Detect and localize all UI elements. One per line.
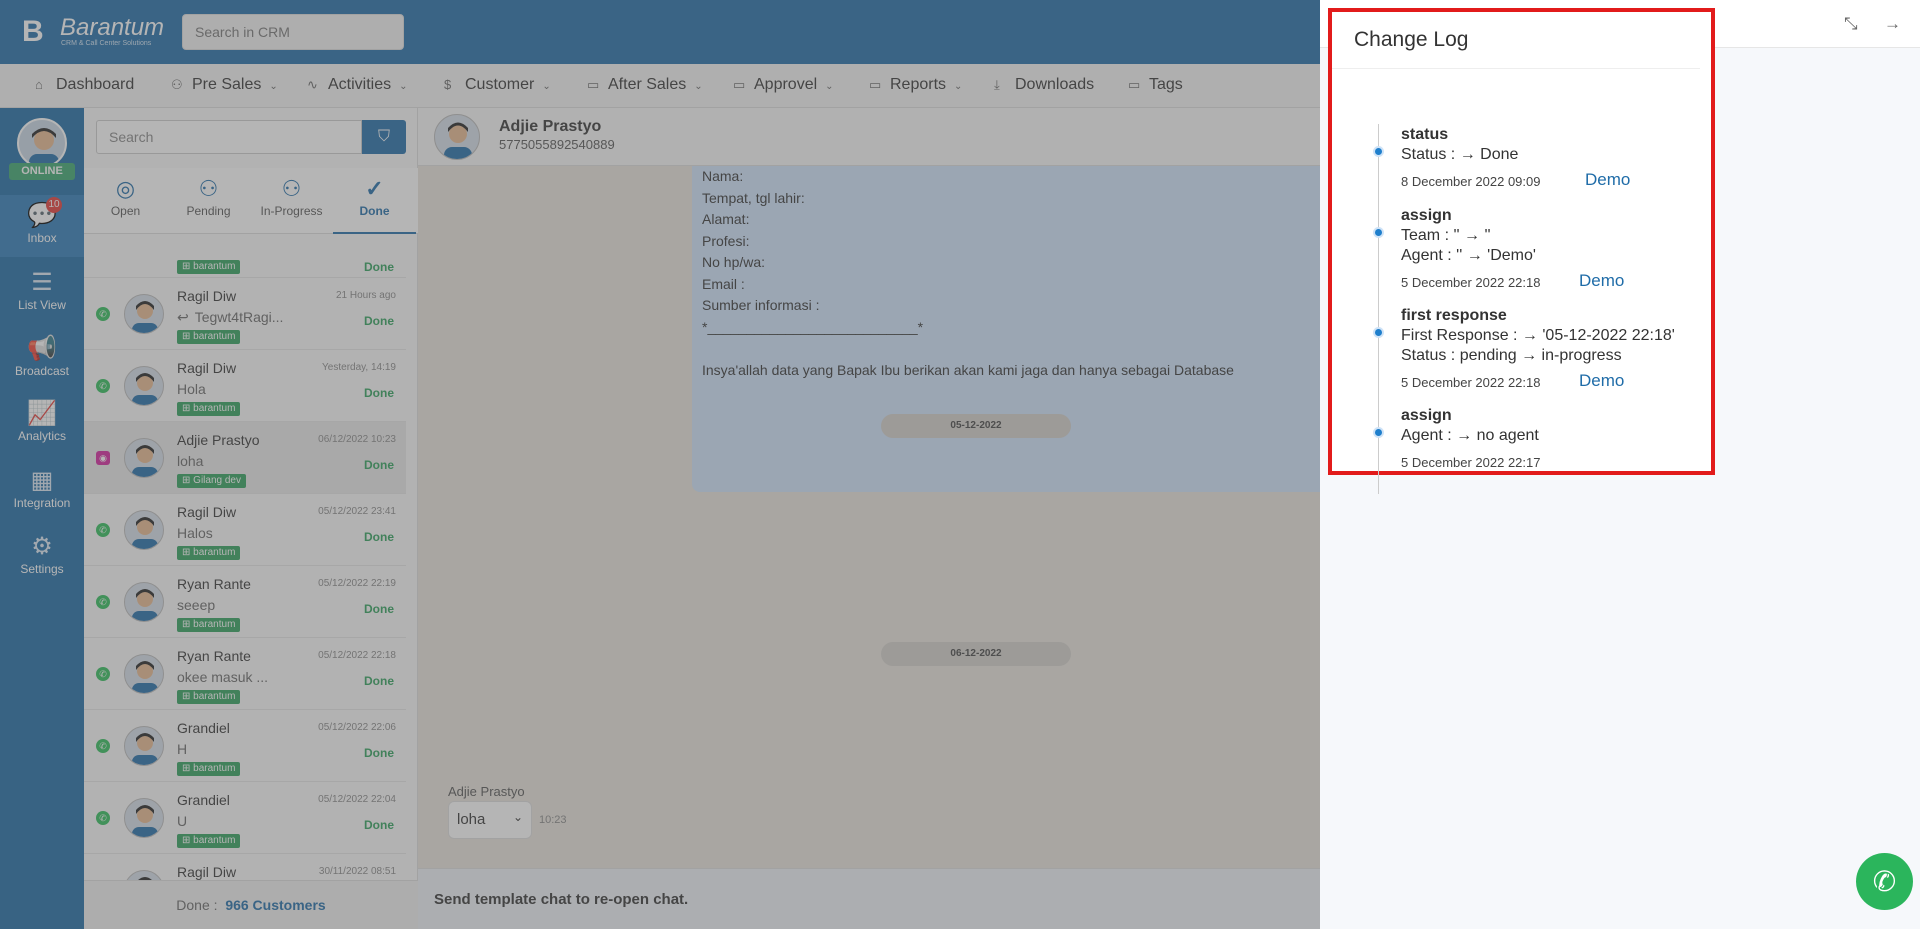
change-log-drawer: ⤡ → Change Log status Status : → Done 8 De… <box>1320 0 1920 929</box>
expand-icon[interactable]: ⤡ <box>1844 14 1858 34</box>
change-log-title: Change Log <box>1354 28 1469 51</box>
divider <box>1332 68 1700 69</box>
change-detail: Agent : → no agent <box>1401 427 1539 444</box>
change-type: first response <box>1401 307 1507 324</box>
modal-backdrop[interactable] <box>0 0 1320 929</box>
change-user-link[interactable]: Demo <box>1579 271 1624 291</box>
change-detail: Agent : '' → 'Demo' <box>1401 247 1536 264</box>
change-detail: Team : '' → '' <box>1401 227 1491 244</box>
change-detail: Status : → Done <box>1401 146 1519 163</box>
change-type: status <box>1401 126 1449 143</box>
change-type: assign <box>1401 207 1452 224</box>
change-date: 5 December 2022 22:17 <box>1401 455 1541 470</box>
timeline-dot <box>1373 146 1384 157</box>
change-date: 8 December 2022 09:09 <box>1401 174 1541 189</box>
change-type: assign <box>1401 407 1452 424</box>
timeline-line <box>1378 124 1379 494</box>
timeline-dot <box>1373 427 1384 438</box>
change-date: 5 December 2022 22:18 <box>1401 275 1541 290</box>
change-detail: First Response : → '05-12-2022 22:18' <box>1401 327 1675 344</box>
change-user-link[interactable]: Demo <box>1579 371 1624 391</box>
change-date: 5 December 2022 22:18 <box>1401 375 1541 390</box>
timeline-dot <box>1373 227 1384 238</box>
timeline-dot <box>1373 327 1384 338</box>
arrow-right-icon[interactable]: → <box>1884 14 1901 34</box>
whatsapp-icon[interactable]: ✆ <box>1856 853 1913 910</box>
change-user-link[interactable]: Demo <box>1585 170 1630 190</box>
change-log-card: Change Log status Status : → Done 8 Decemb… <box>1328 8 1715 494</box>
change-detail: Status : pending → in-progress <box>1401 347 1622 364</box>
app-root: B Barantum CRM & Call Center Solutions S… <box>0 0 1920 929</box>
